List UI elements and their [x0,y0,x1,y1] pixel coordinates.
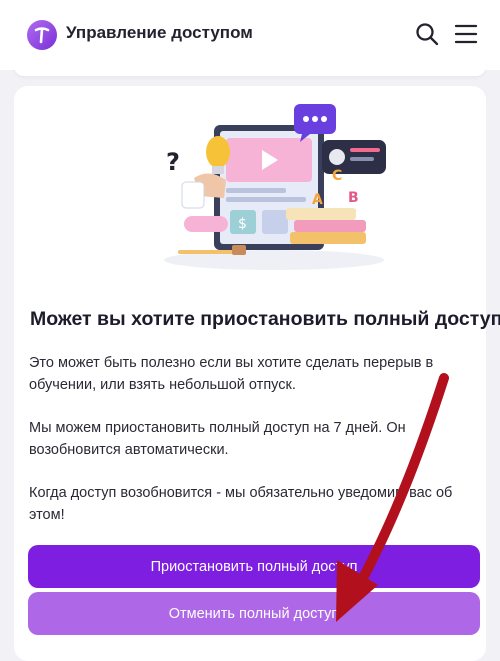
app-header: Управление доступом [0,0,500,70]
svg-text:B: B [348,190,359,206]
brand-logo-icon[interactable] [27,20,57,50]
learning-illustration: $ ? A C B [164,104,386,270]
pause-access-card: $ ? A C B Может вы хотите приостановить … [14,86,500,661]
hamburger-menu-icon[interactable] [453,21,479,47]
search-icon[interactable] [414,21,440,47]
cancel-access-button[interactable]: Отменить полный доступ [28,592,480,635]
svg-text:A: A [312,192,323,208]
description-paragraph-3: Когда доступ возобновится - мы обязатель… [29,485,453,523]
description-paragraph-2: Мы можем приостановить полный доступ на … [29,420,406,458]
pause-access-button[interactable]: Приостановить полный доступ [28,545,480,588]
svg-text:?: ? [166,148,180,176]
svg-text:C: C [332,168,342,184]
previous-card-edge [14,66,486,76]
dialog-title: Может вы хотите приостановить полный дос… [30,308,500,330]
description-paragraph-1: Это может быть полезно если вы хотите сд… [29,355,434,393]
page-title: Управление доступом [66,23,253,42]
svg-text:$: $ [238,216,247,232]
